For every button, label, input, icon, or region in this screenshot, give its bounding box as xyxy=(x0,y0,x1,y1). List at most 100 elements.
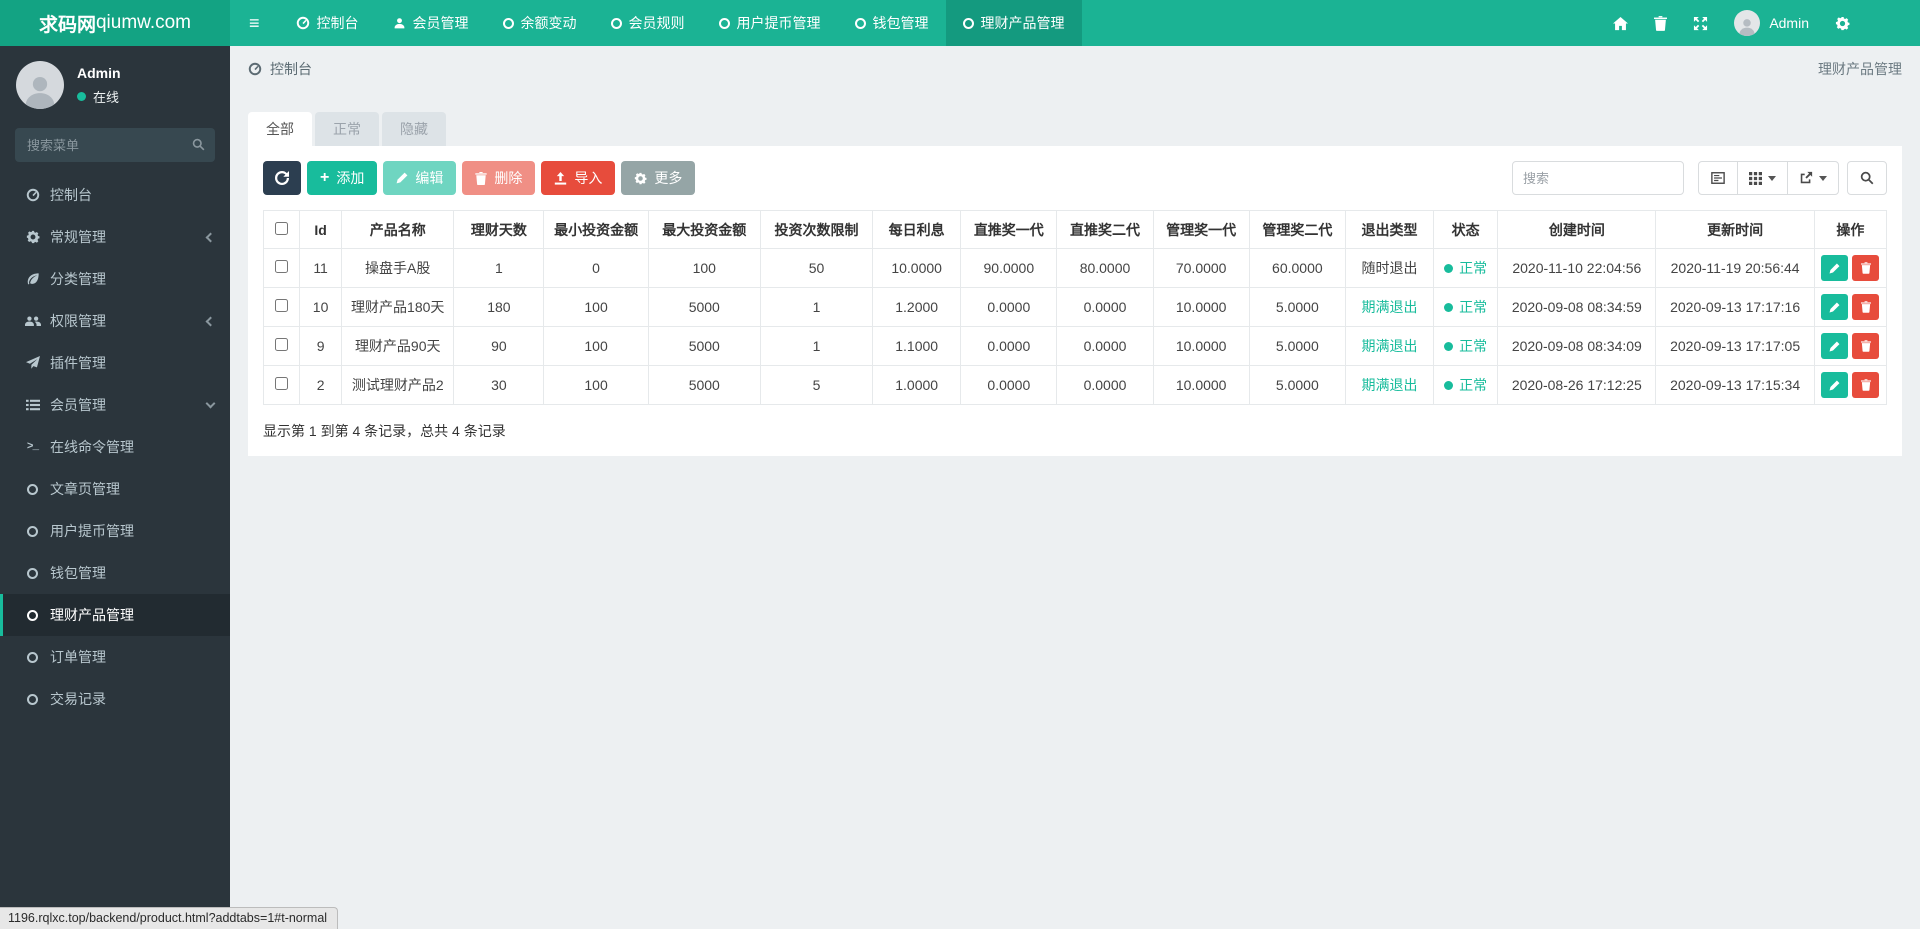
tab-hidden[interactable]: 隐藏 xyxy=(382,112,446,146)
cell-manage2: 60.0000 xyxy=(1248,248,1346,288)
sidebar-item-article-page[interactable]: 文章页管理 xyxy=(0,468,230,510)
edit-button[interactable]: 编辑 xyxy=(383,161,457,195)
circle-icon xyxy=(24,567,41,579)
columns-button[interactable] xyxy=(1737,161,1788,195)
status-text: 正常 xyxy=(1459,377,1488,393)
sidebar-item-category[interactable]: 分类管理 xyxy=(0,258,230,300)
home-icon[interactable] xyxy=(1613,16,1629,31)
dashboard-icon xyxy=(296,16,310,30)
cell-created: 2020-09-08 08:34:59 xyxy=(1497,287,1657,327)
online-dot-icon xyxy=(77,91,86,101)
add-button[interactable]: + 添加 xyxy=(307,161,378,195)
col-max-invest[interactable]: 最大投资金额 xyxy=(647,210,761,249)
sidebar-search-input[interactable] xyxy=(15,128,215,162)
sidebar-item-orders[interactable]: 订单管理 xyxy=(0,636,230,678)
table-panel: + 添加 编辑 删除 导入 更多 搜索 Id 产品名称 理财天数 最小投资金额 … xyxy=(248,146,1902,456)
cell-manage1: 10.0000 xyxy=(1152,287,1250,327)
trash-icon[interactable] xyxy=(1654,15,1668,31)
sidebar-item-label: 在线命令管理 xyxy=(50,439,134,455)
fullscreen-icon[interactable] xyxy=(1693,16,1708,31)
sidebar-item-wallet[interactable]: 钱包管理 xyxy=(0,552,230,594)
row-edit-button[interactable] xyxy=(1821,333,1849,360)
col-status[interactable]: 状态 xyxy=(1433,210,1499,249)
row-checkbox[interactable] xyxy=(275,260,289,273)
nav-item-financial-products[interactable]: 理财产品管理 xyxy=(945,0,1082,46)
dashboard-icon xyxy=(24,188,41,202)
cogs-icon[interactable] xyxy=(1835,16,1850,31)
nav-item-balance-changes[interactable]: 余额变动 xyxy=(486,0,594,46)
nav-item-members[interactable]: 会员管理 xyxy=(376,0,486,46)
col-updated[interactable]: 更新时间 xyxy=(1655,210,1815,249)
nav-item-dashboard[interactable]: 控制台 xyxy=(279,0,376,46)
sidebar-item-label: 用户提币管理 xyxy=(50,523,134,539)
nav-item-label: 理财产品管理 xyxy=(980,15,1065,31)
sidebar-item-label: 订单管理 xyxy=(50,649,106,665)
tab-normal[interactable]: 正常 xyxy=(315,112,379,146)
sidebar-item-financial-products[interactable]: 理财产品管理 xyxy=(0,594,230,636)
cell-times-limit: 50 xyxy=(759,248,874,288)
sidebar-item-online-command[interactable]: >_ 在线命令管理 xyxy=(0,426,230,468)
sidebar-item-addons[interactable]: 插件管理 xyxy=(0,342,230,384)
row-delete-button[interactable] xyxy=(1852,254,1880,281)
row-edit-button[interactable] xyxy=(1821,294,1849,321)
nav-item-label: 余额变动 xyxy=(520,15,577,31)
tab-all[interactable]: 全部 xyxy=(248,112,312,146)
nav-item-member-rules[interactable]: 会员规则 xyxy=(594,0,702,46)
cell-max-invest: 100 xyxy=(647,248,761,288)
refresh-button[interactable] xyxy=(263,161,301,195)
row-delete-button[interactable] xyxy=(1852,332,1880,359)
import-button[interactable]: 导入 xyxy=(541,161,616,195)
delete-button[interactable]: 删除 xyxy=(462,161,536,195)
detail-view-button[interactable] xyxy=(1698,161,1738,195)
sidebar-item-label: 会员管理 xyxy=(50,397,106,413)
table-search-input[interactable] xyxy=(1512,161,1684,195)
col-times-limit[interactable]: 投资次数限制 xyxy=(759,210,874,249)
cell-min-invest: 100 xyxy=(543,326,649,366)
row-delete-button[interactable] xyxy=(1852,293,1880,320)
breadcrumb-left[interactable]: 控制台 xyxy=(248,59,312,79)
search-icon[interactable] xyxy=(192,138,205,151)
more-button[interactable]: 更多 xyxy=(621,161,696,195)
exit-type-text: 期满退出 xyxy=(1361,377,1418,393)
col-direct2[interactable]: 直推奖二代 xyxy=(1056,210,1154,249)
col-manage2[interactable]: 管理奖二代 xyxy=(1248,210,1346,249)
sidebar-item-members[interactable]: 会员管理 xyxy=(0,384,230,426)
brand-logo[interactable]: 求码网 qiumw.com xyxy=(0,0,230,46)
sidebar-item-general[interactable]: 常规管理 xyxy=(0,216,230,258)
col-min-invest[interactable]: 最小投资金额 xyxy=(543,210,649,249)
sidebar-item-user-withdraw[interactable]: 用户提币管理 xyxy=(0,510,230,552)
sidebar-item-dashboard[interactable]: 控制台 xyxy=(0,174,230,216)
row-checkbox[interactable] xyxy=(275,338,289,351)
col-id[interactable]: Id xyxy=(299,210,343,249)
sidebar-item-auth[interactable]: 权限管理 xyxy=(0,300,230,342)
cell-status: 正常 xyxy=(1433,365,1499,405)
sidebar-toggle-button[interactable]: ≡ xyxy=(230,0,279,46)
row-edit-button[interactable] xyxy=(1821,255,1849,282)
table-row: 9 理财产品90天 90 100 5000 1 1.1000 0.0000 0.… xyxy=(262,326,1888,366)
cell-daily-interest: 10.0000 xyxy=(872,248,962,288)
export-button[interactable] xyxy=(1787,161,1839,195)
col-manage1[interactable]: 管理奖一代 xyxy=(1152,210,1250,249)
col-exit-type[interactable]: 退出类型 xyxy=(1344,210,1435,249)
row-edit-button[interactable] xyxy=(1821,372,1849,399)
user-menu[interactable]: Admin xyxy=(1734,10,1809,36)
nav-item-withdrawals[interactable]: 用户提币管理 xyxy=(702,0,838,46)
select-all-checkbox[interactable] xyxy=(275,221,289,235)
col-days[interactable]: 理财天数 xyxy=(453,210,545,249)
cell-checkbox xyxy=(262,287,301,327)
cell-min-invest: 0 xyxy=(543,248,649,288)
nav-item-wallets[interactable]: 钱包管理 xyxy=(838,0,946,46)
col-created[interactable]: 创建时间 xyxy=(1497,210,1657,249)
sidebar-item-transactions[interactable]: 交易记录 xyxy=(0,678,230,720)
brand-bold: 求码网 xyxy=(38,14,96,36)
cell-id: 9 xyxy=(299,326,343,366)
row-delete-button[interactable] xyxy=(1852,371,1880,398)
col-daily-interest[interactable]: 每日利息 xyxy=(872,210,962,249)
search-submit-button[interactable] xyxy=(1847,161,1887,195)
cogs-icon xyxy=(24,230,41,244)
row-checkbox[interactable] xyxy=(275,299,289,312)
col-direct1[interactable]: 直推奖一代 xyxy=(960,210,1058,249)
cell-operations xyxy=(1813,248,1888,288)
col-product-name[interactable]: 产品名称 xyxy=(341,210,455,249)
row-checkbox[interactable] xyxy=(275,377,289,390)
